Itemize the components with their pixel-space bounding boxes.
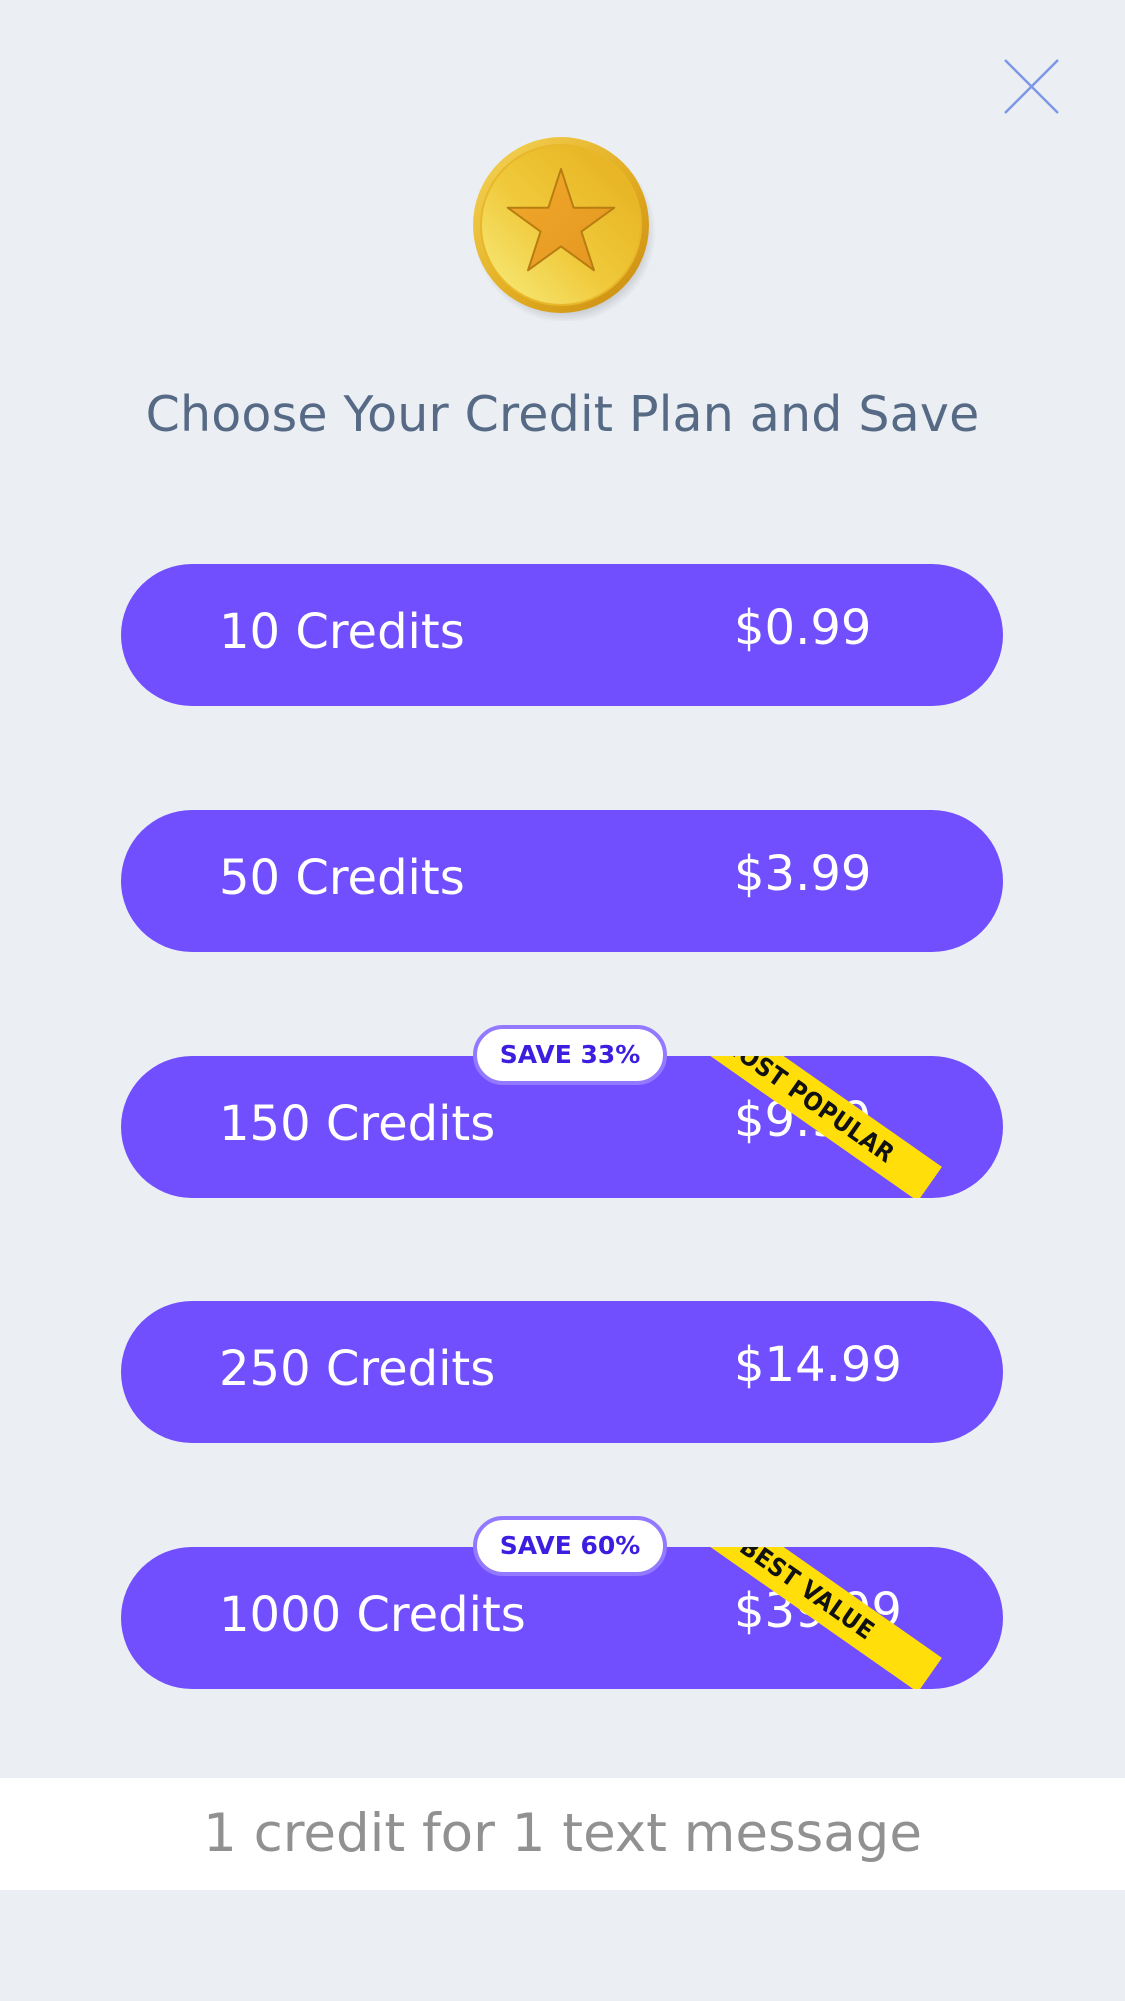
plan-price: $0.99 — [734, 600, 872, 656]
close-button[interactable] — [1003, 58, 1060, 115]
plan-10-credits-button[interactable]: 10 Credits $0.99 — [121, 564, 1003, 706]
footer-note: 1 credit for 1 text message — [0, 1778, 1125, 1890]
close-icon — [1004, 59, 1059, 114]
save-badge: SAVE 33% — [473, 1025, 667, 1085]
plan-name: 250 Credits — [219, 1341, 496, 1397]
page-title: Choose Your Credit Plan and Save — [145, 386, 980, 443]
plan-name: 150 Credits — [219, 1096, 496, 1152]
plan-name: 50 Credits — [219, 850, 465, 906]
plan-50-credits-button[interactable]: 50 Credits $3.99 — [121, 810, 1003, 952]
plan-price: $14.99 — [734, 1337, 902, 1393]
plan-price: $3.99 — [734, 846, 872, 902]
plan-250-credits-button[interactable]: 250 Credits $14.99 — [121, 1301, 1003, 1443]
save-badge: SAVE 60% — [473, 1516, 667, 1576]
plan-name: 10 Credits — [219, 604, 465, 660]
star-coin-icon — [468, 133, 656, 323]
plan-name: 1000 Credits — [219, 1587, 526, 1643]
